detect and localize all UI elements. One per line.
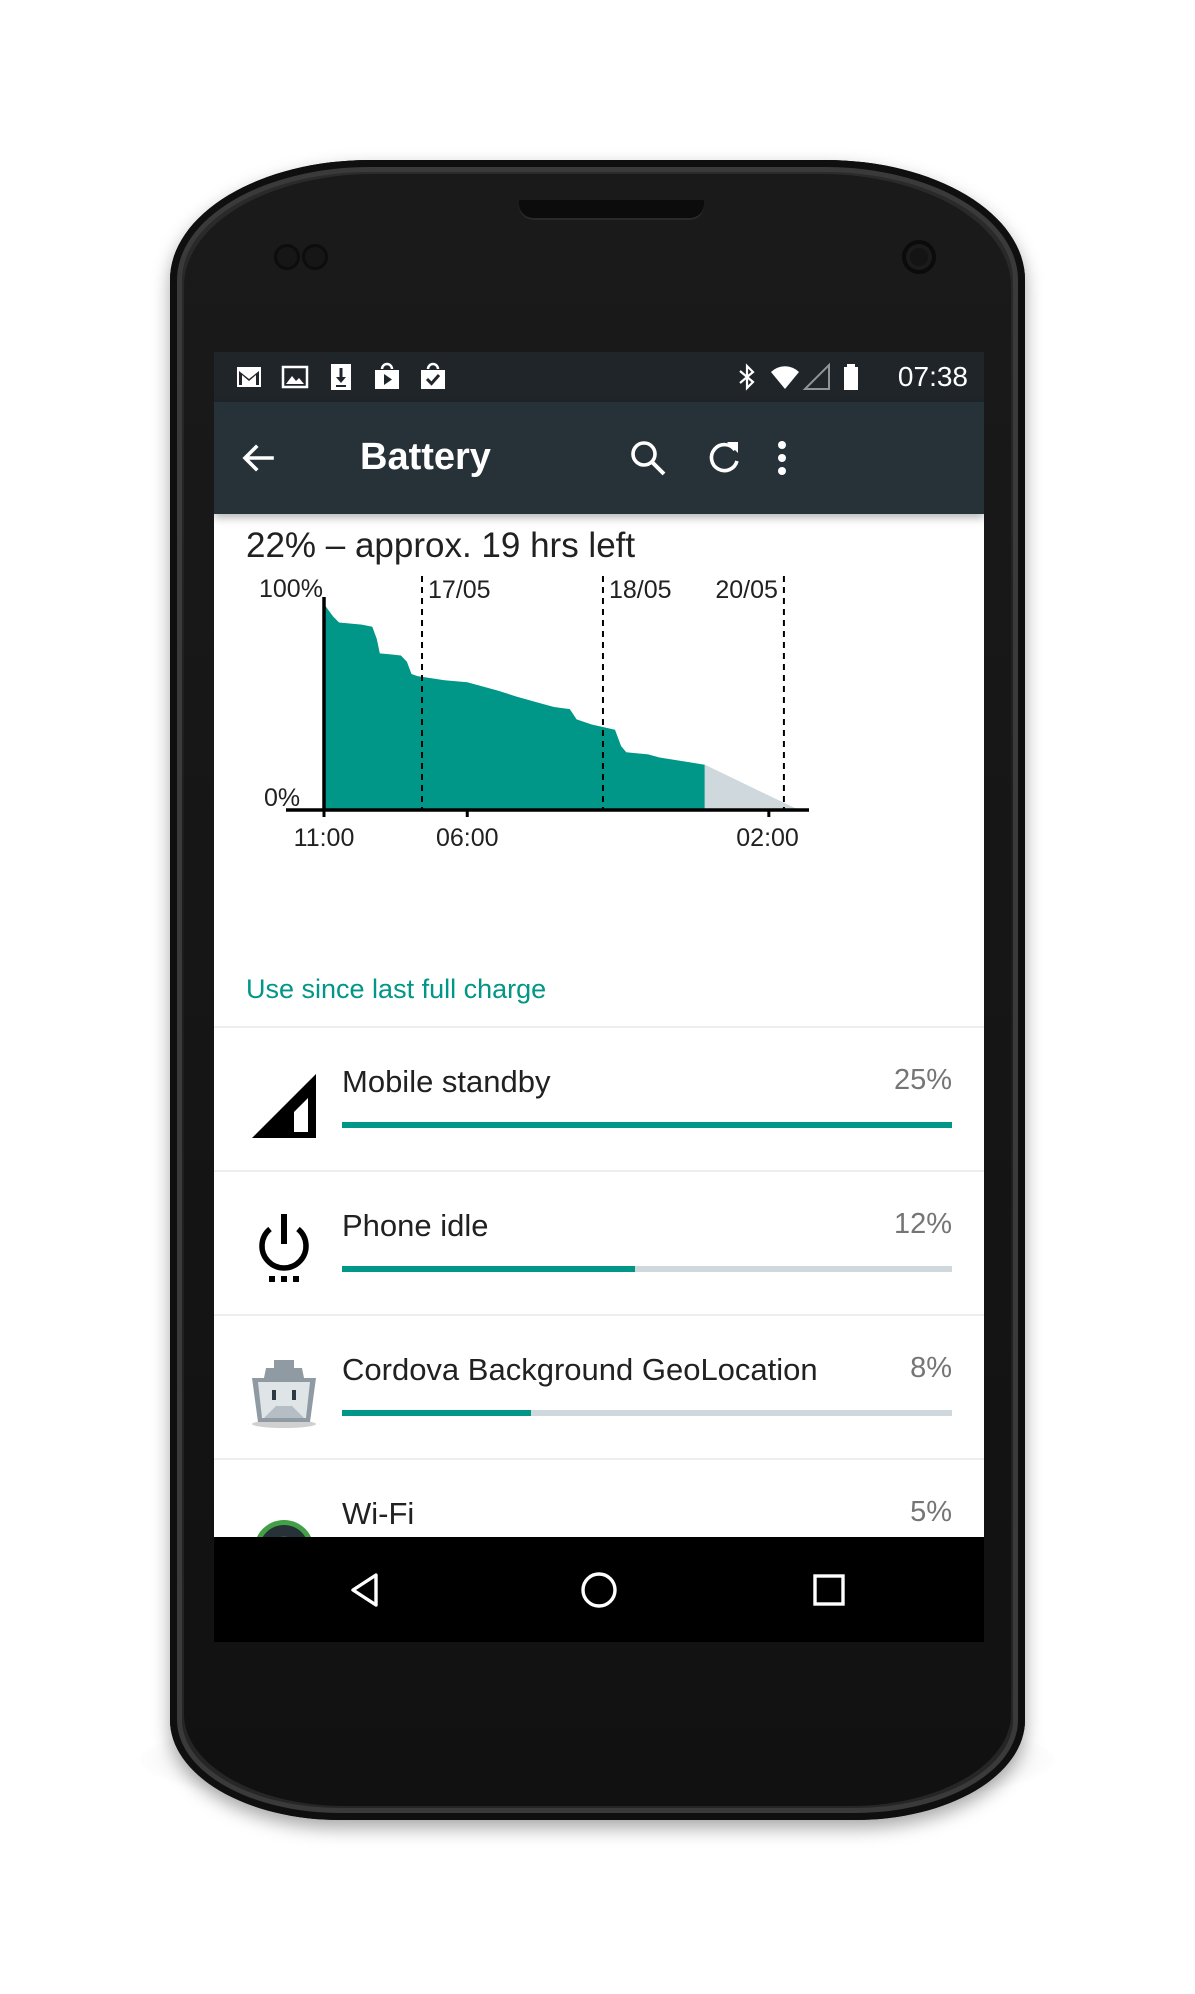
- app-bar: Battery: [214, 402, 984, 514]
- status-bar: 07:38: [214, 352, 984, 402]
- usage-item-cordova[interactable]: Cordova Background GeoLocation 8%: [214, 1316, 984, 1460]
- arrow-back-icon: [242, 444, 274, 472]
- nav-recents-button[interactable]: [802, 1563, 856, 1617]
- search-icon: [631, 441, 666, 476]
- gallery-icon: [281, 365, 309, 389]
- overflow-menu-button[interactable]: [756, 432, 808, 484]
- search-button[interactable]: [622, 432, 674, 484]
- y-tick-label: 0%: [264, 784, 300, 812]
- date-marker-label: 20/05: [715, 576, 778, 604]
- usage-item-percent: 12%: [893, 1208, 952, 1240]
- usage-bar-track: [342, 1266, 952, 1272]
- power-icon: [259, 1214, 309, 1282]
- usage-item-label: Mobile standby: [342, 1064, 551, 1099]
- y-tick-label: 100%: [259, 575, 323, 603]
- usage-item-percent: 25%: [893, 1064, 952, 1096]
- home-icon: [581, 1572, 617, 1608]
- usage-bar-track: [342, 1122, 952, 1128]
- earpiece-speaker: [519, 200, 704, 220]
- usage-item-percent: 8%: [910, 1352, 952, 1384]
- battery-history-chart[interactable]: 100% 0% 11:00 06:00 02:00 17/05 18/05 20/05: [214, 574, 984, 974]
- cell-signal-icon: [802, 362, 830, 390]
- usage-bar-fill: [342, 1122, 952, 1128]
- gmail-icon: [237, 367, 261, 387]
- nav-home-button[interactable]: [572, 1563, 626, 1617]
- cell-signal-icon: [252, 1074, 316, 1138]
- usage-item-wifi[interactable]: Wi-Fi 5%: [214, 1460, 984, 1537]
- battery-level-area: [324, 604, 705, 810]
- usage-item-label: Phone idle: [342, 1208, 489, 1243]
- usage-item-phone-idle[interactable]: Phone idle 12%: [214, 1172, 984, 1316]
- more-vert-icon: [778, 441, 786, 475]
- date-marker-label: 18/05: [609, 576, 672, 604]
- back-button[interactable]: [232, 432, 284, 484]
- page-title: Battery: [360, 436, 491, 478]
- play-store-icon: [375, 362, 399, 389]
- refresh-button[interactable]: [698, 432, 750, 484]
- navigation-bar: [214, 1537, 984, 1642]
- bluetooth-icon: [739, 363, 755, 391]
- battery-summary: 22% – approx. 19 hrs left: [246, 526, 636, 565]
- x-tick-label: 02:00: [736, 824, 799, 852]
- usage-item-mobile-standby[interactable]: Mobile standby 25%: [214, 1028, 984, 1172]
- usage-item-label: Wi-Fi: [342, 1496, 415, 1531]
- store-update-icon: [421, 362, 445, 389]
- back-icon: [351, 1573, 378, 1607]
- cordova-icon: [252, 1360, 316, 1428]
- recents-icon: [813, 1574, 845, 1606]
- nav-back-button[interactable]: [339, 1563, 393, 1617]
- status-time: 07:38: [897, 361, 968, 392]
- usage-bar-track: [342, 1410, 952, 1416]
- screen: 07:38 Battery 22% – approx. 19 hrs left …: [214, 352, 984, 1642]
- wifi-icon: [771, 366, 799, 389]
- x-tick-label: 11:00: [294, 824, 355, 852]
- date-marker-label: 17/05: [428, 576, 491, 604]
- use-since-last-full-charge: Use since last full charge: [246, 974, 547, 1004]
- usage-item-label: Cordova Background GeoLocation: [342, 1352, 818, 1387]
- light-sensor: [302, 244, 328, 270]
- wifi-icon: [256, 1520, 312, 1537]
- x-tick-label: 06:00: [436, 824, 499, 852]
- usage-bar-fill: [342, 1266, 635, 1272]
- usage-bar-fill: [342, 1410, 532, 1416]
- battery-content: 22% – approx. 19 hrs left 100% 0% 11:00 0…: [214, 514, 984, 1537]
- refresh-icon: [709, 442, 739, 473]
- front-camera: [902, 240, 936, 274]
- usage-item-percent: 5%: [910, 1496, 952, 1528]
- download-icon: [331, 364, 351, 390]
- proximity-sensor: [274, 244, 300, 270]
- battery-icon: [844, 364, 858, 390]
